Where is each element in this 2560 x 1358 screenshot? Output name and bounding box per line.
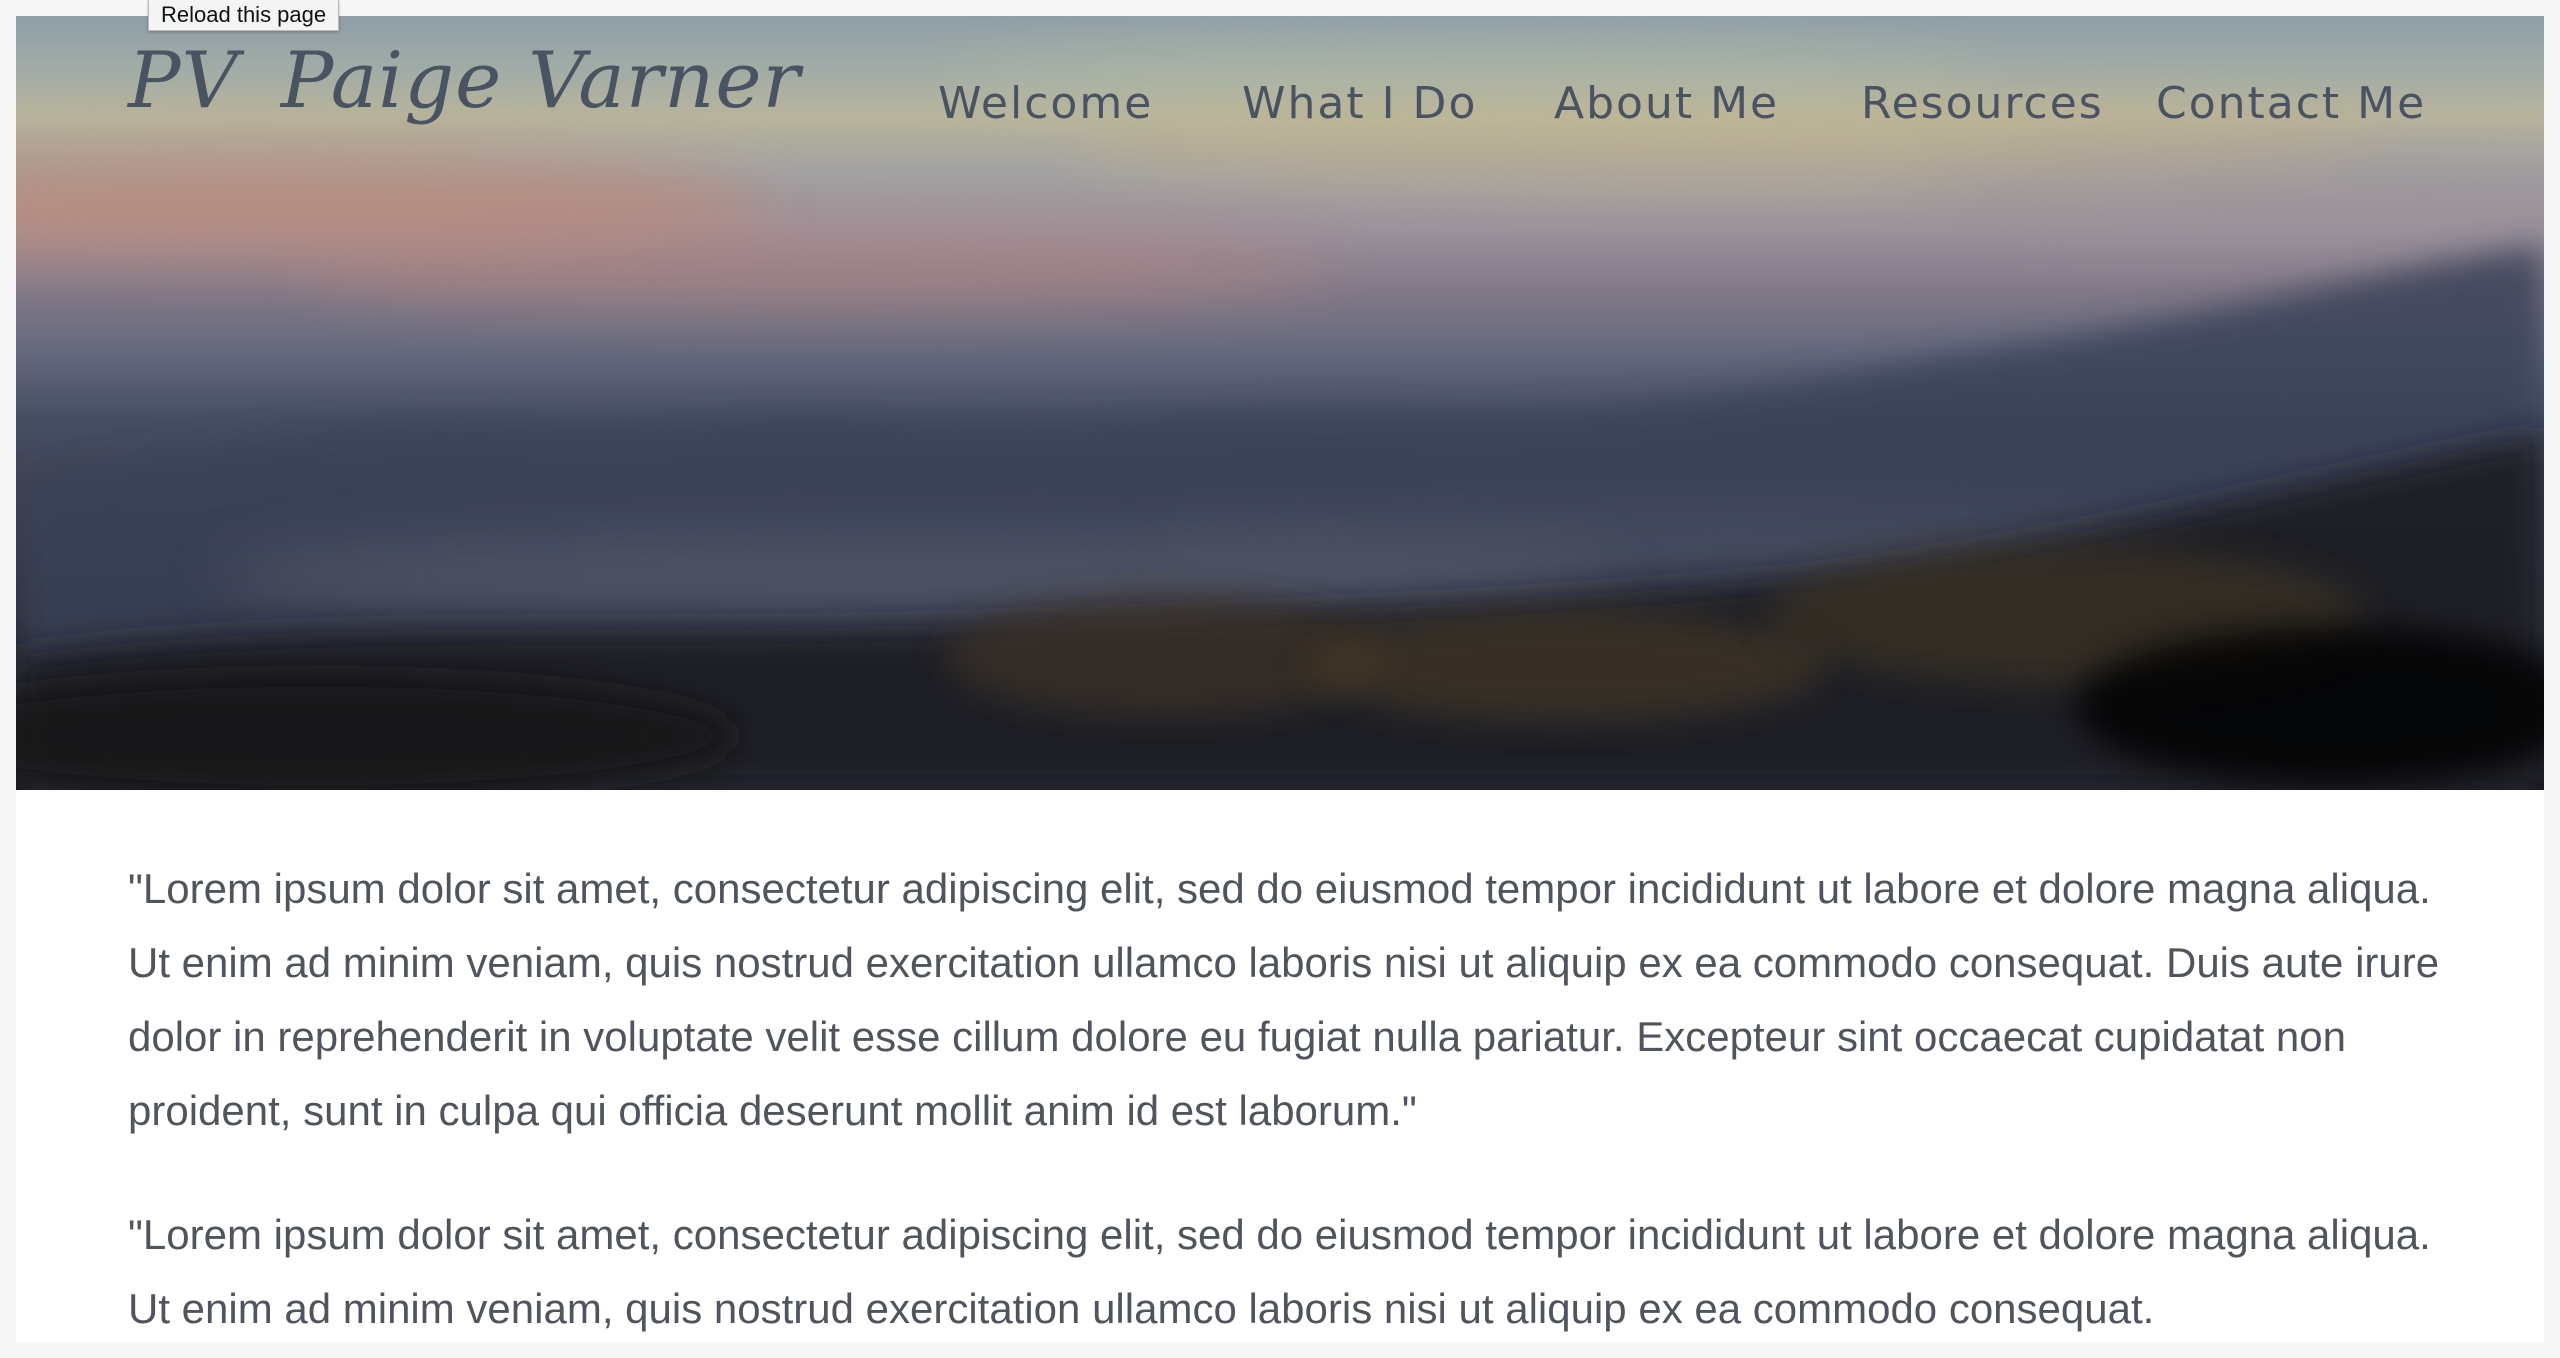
nav-welcome[interactable]: Welcome xyxy=(938,78,1153,129)
body-paragraph: "Lorem ipsum dolor sit amet, consectetur… xyxy=(128,865,2440,1134)
hero-header: PV Paige Varner Welcome What I Do About … xyxy=(16,16,2544,790)
nav-about-me[interactable]: About Me xyxy=(1554,78,1779,129)
hero-background-image xyxy=(16,16,2544,790)
body-paragraph: "Lorem ipsum dolor sit amet, consectetur… xyxy=(128,1211,2431,1332)
logo-mark: PV xyxy=(128,36,239,126)
nav-what-i-do[interactable]: What I Do xyxy=(1242,78,1477,129)
page: PV Paige Varner Welcome What I Do About … xyxy=(16,16,2544,1342)
nav-contact-me[interactable]: Contact Me xyxy=(2156,78,2426,129)
nav-resources[interactable]: Resources xyxy=(1861,78,2104,129)
reload-tooltip: Reload this page xyxy=(148,0,340,31)
main-content: "Lorem ipsum dolor sit amet, consectetur… xyxy=(128,852,2453,1342)
logo-name: Paige Varner xyxy=(280,36,801,126)
site-logo[interactable]: PV Paige Varner xyxy=(128,42,801,120)
